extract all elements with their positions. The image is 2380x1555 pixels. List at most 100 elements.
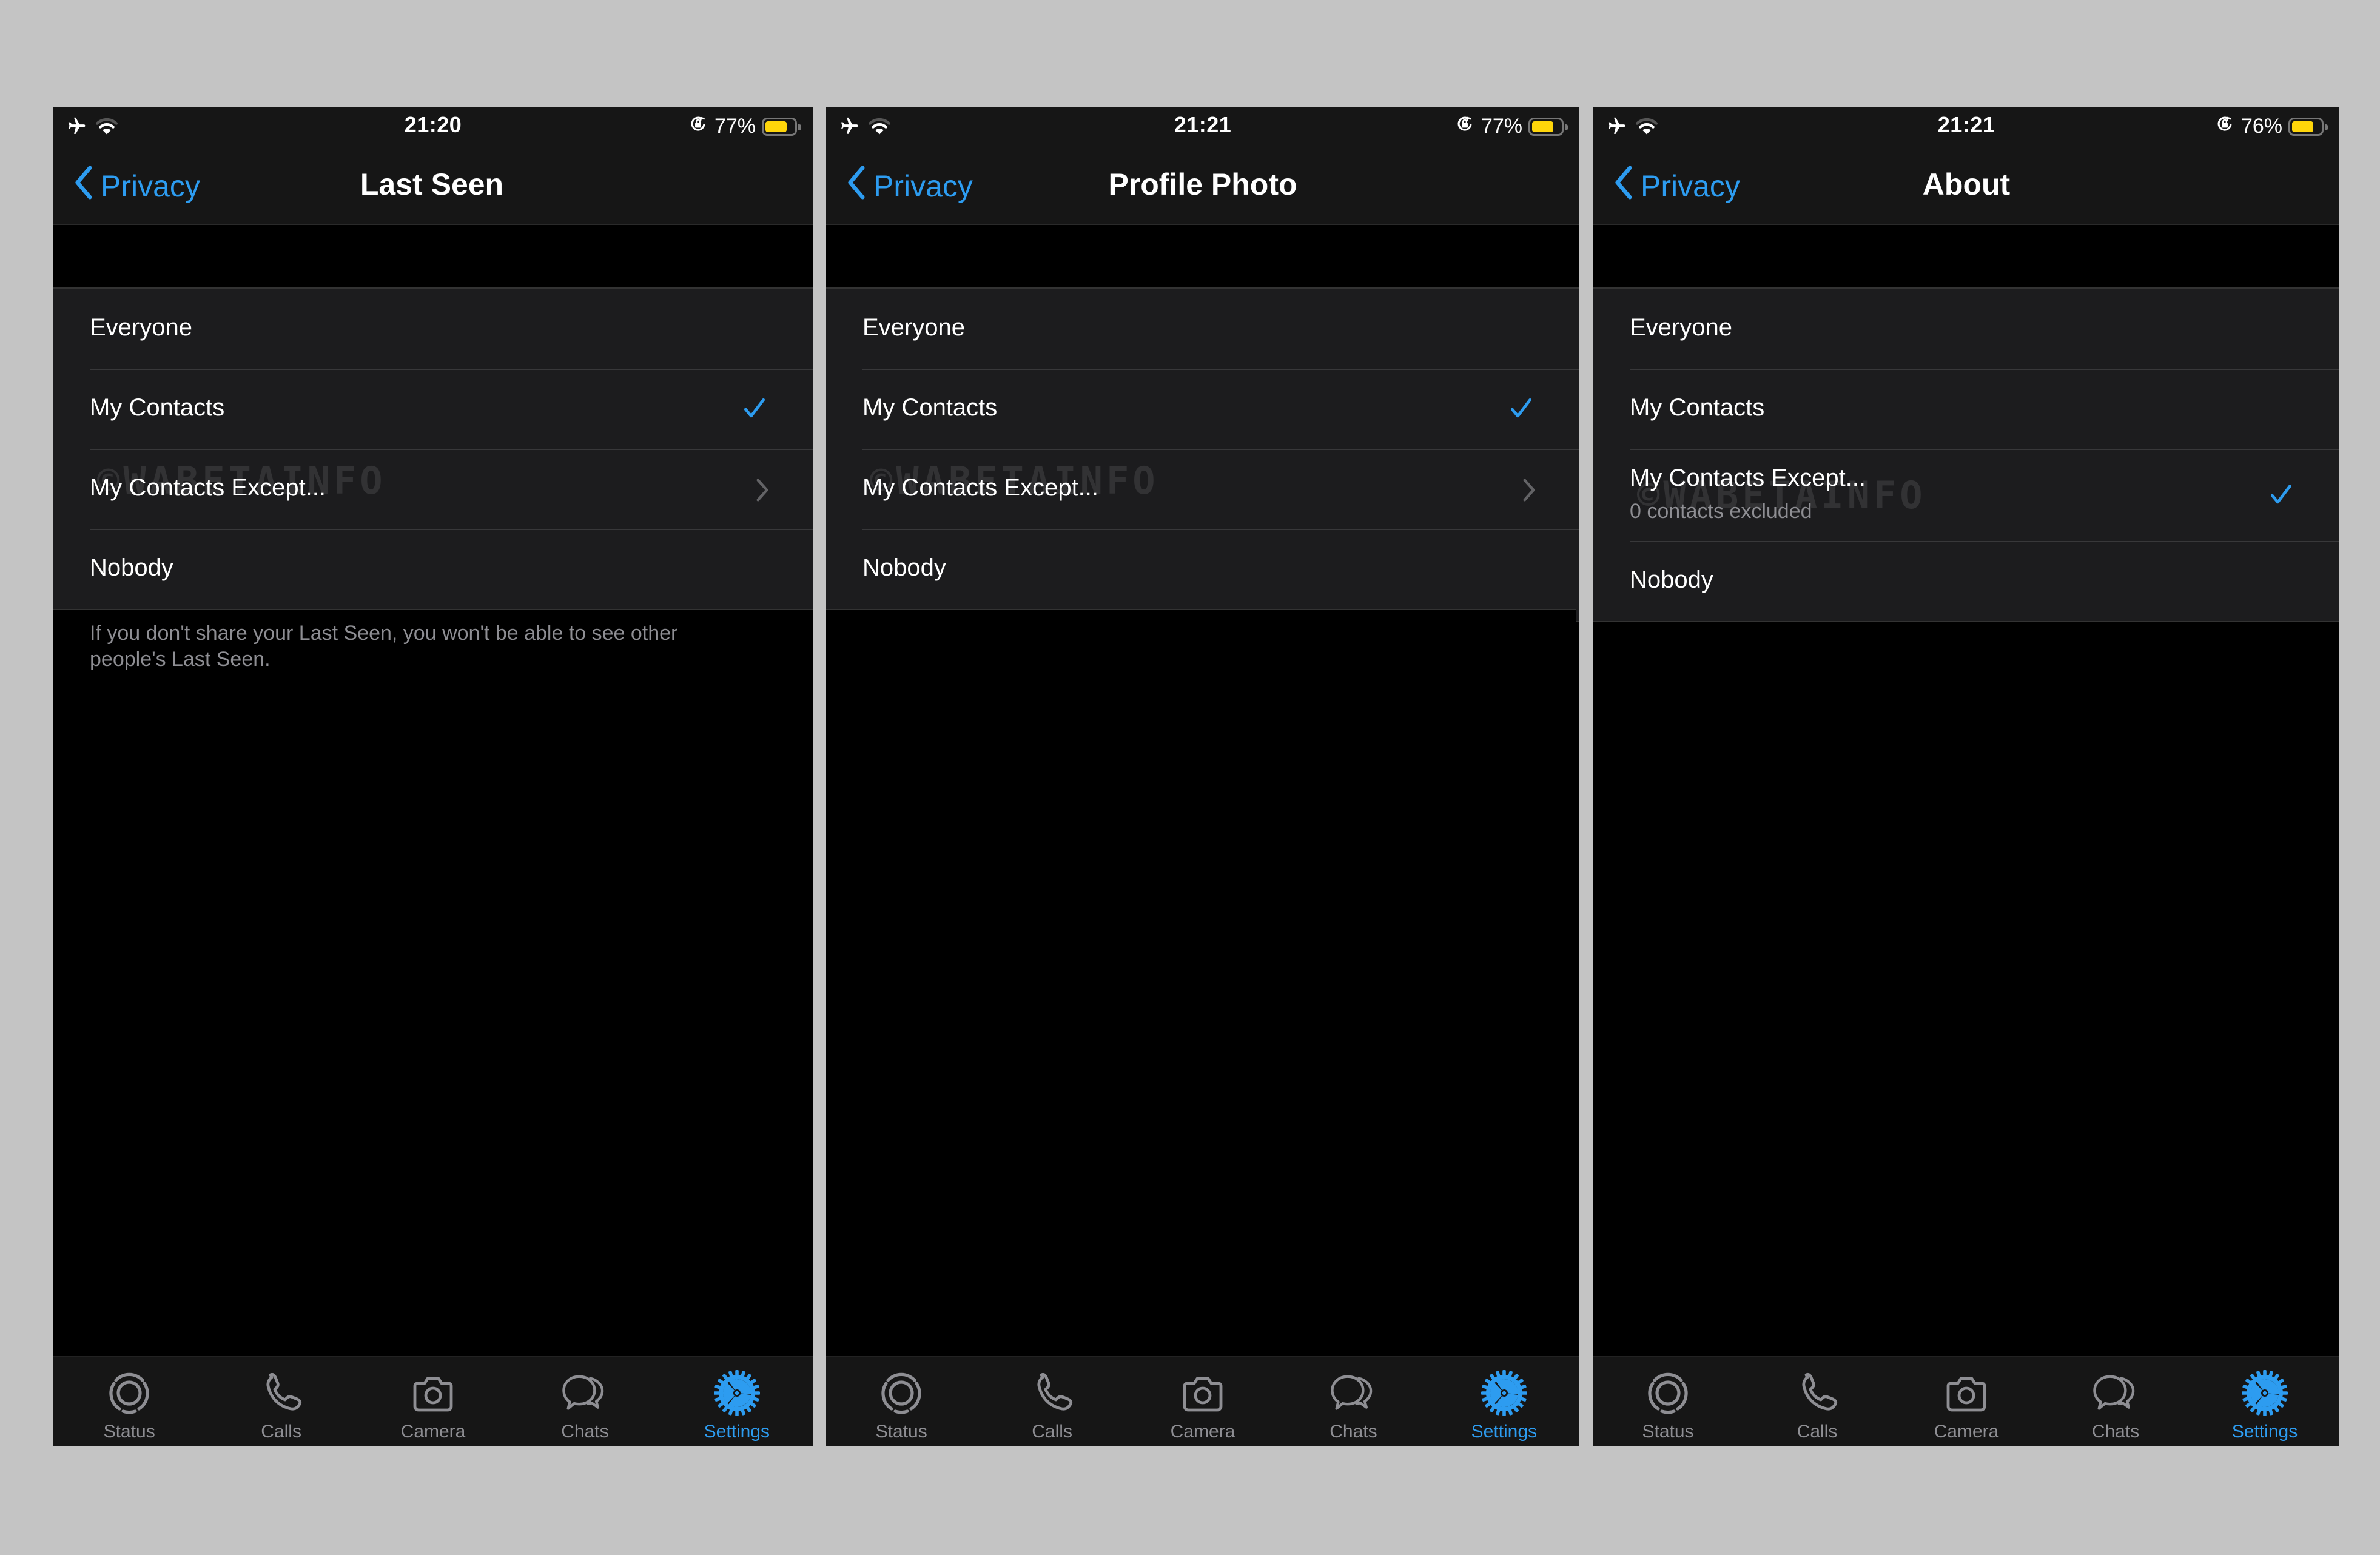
tab-status[interactable]: Status xyxy=(1593,1357,1743,1446)
privacy-option-my-contacts[interactable]: My Contacts xyxy=(1593,369,2339,449)
tab-label: Calls xyxy=(1032,1422,1072,1442)
status-bar: 21:21 76% xyxy=(1593,107,2339,146)
option-sublabel: 0 contacts excluded xyxy=(1630,500,1812,523)
status-bar: 21:21 77% xyxy=(826,107,1579,146)
tab-label: Camera xyxy=(1170,1422,1235,1442)
tab-label: Status xyxy=(103,1422,155,1442)
privacy-options-list: Everyone My Contacts ©WABETAINFO My Contact… xyxy=(53,287,813,610)
tab-chats[interactable]: Chats xyxy=(509,1357,661,1446)
option-label: Everyone xyxy=(1630,314,1732,341)
battery-icon xyxy=(762,117,801,136)
tab-bar: Status Calls Camera Chats Settings xyxy=(826,1356,1579,1446)
option-label: Nobody xyxy=(90,554,173,581)
tab-chats[interactable]: Chats xyxy=(1278,1357,1428,1446)
option-label: My Contacts xyxy=(1630,394,1765,421)
chevron-right-icon xyxy=(1522,478,1536,502)
tab-label: Settings xyxy=(2231,1422,2298,1442)
status-bar: 21:20 77% xyxy=(53,107,813,146)
option-label: My Contacts Except... xyxy=(862,474,1099,501)
privacy-option-my-contacts[interactable]: My Contacts xyxy=(53,369,813,449)
battery-percent: 77% xyxy=(714,115,756,138)
rotation-lock-icon xyxy=(688,113,708,139)
tab-label: Settings xyxy=(704,1422,770,1442)
option-label: Nobody xyxy=(862,554,946,581)
phone-screen-about: 21:21 76% Privacy About Everyone My Conta… xyxy=(1593,107,2339,1446)
tab-camera[interactable]: Camera xyxy=(1128,1357,1278,1446)
tab-bar: Status Calls Camera Chats Settings xyxy=(1593,1356,2339,1446)
rotation-lock-icon xyxy=(1454,113,1475,139)
privacy-option-nobody[interactable]: Nobody xyxy=(53,529,813,609)
phone-icon xyxy=(1793,1369,1841,1420)
tab-calls[interactable]: Calls xyxy=(1743,1357,1892,1446)
tab-status[interactable]: Status xyxy=(53,1357,205,1446)
privacy-option-nobody[interactable]: Nobody xyxy=(826,529,1579,609)
checkmark-icon xyxy=(2268,482,2294,508)
battery-percent: 76% xyxy=(2240,115,2282,138)
tab-camera[interactable]: Camera xyxy=(357,1357,509,1446)
privacy-option-my-contacts[interactable]: My Contacts xyxy=(826,369,1579,449)
tab-label: Chats xyxy=(1330,1422,1377,1442)
chat-bubbles-icon xyxy=(1329,1369,1377,1420)
gear-icon xyxy=(2240,1369,2289,1420)
gear-icon xyxy=(1480,1369,1528,1420)
option-label: Everyone xyxy=(90,314,192,341)
checkmark-icon xyxy=(741,395,768,422)
navigation-bar: Privacy Profile Photo xyxy=(826,146,1579,225)
tab-label: Calls xyxy=(261,1422,301,1442)
option-label: My Contacts Except... xyxy=(1630,465,1866,491)
chat-bubbles-icon xyxy=(2091,1369,2140,1420)
tab-bar: Status Calls Camera Chats Settings xyxy=(53,1356,813,1446)
gear-icon xyxy=(713,1369,761,1420)
rotation-lock-icon xyxy=(2214,113,2235,139)
tab-calls[interactable]: Calls xyxy=(977,1357,1127,1446)
camera-icon xyxy=(409,1369,457,1420)
status-icon xyxy=(1644,1369,1692,1420)
tab-camera[interactable]: Camera xyxy=(1892,1357,2041,1446)
option-label: My Contacts xyxy=(862,394,998,421)
option-label: Everyone xyxy=(862,314,965,341)
option-label: My Contacts Except... xyxy=(90,474,326,501)
privacy-option-my-contacts-except[interactable]: ©WABETAINFO My Contacts Except... 0 contac… xyxy=(1593,449,2339,541)
tab-label: Camera xyxy=(1934,1422,1999,1442)
navigation-bar: Privacy Last Seen xyxy=(53,146,813,225)
option-label: My Contacts xyxy=(90,394,225,421)
privacy-option-everyone[interactable]: Everyone xyxy=(826,289,1579,369)
status-icon xyxy=(877,1369,926,1420)
tab-settings[interactable]: Settings xyxy=(2190,1357,2339,1446)
tab-settings[interactable]: Settings xyxy=(661,1357,813,1446)
tab-label: Chats xyxy=(2091,1422,2140,1442)
footer-note: If you don't share your Last Seen, you w… xyxy=(90,622,678,671)
tab-calls[interactable]: Calls xyxy=(205,1357,357,1446)
page-title: Profile Photo xyxy=(1108,167,1297,201)
privacy-option-everyone[interactable]: Everyone xyxy=(1593,289,2339,369)
navigation-bar: Privacy About xyxy=(1593,146,2339,225)
battery-icon xyxy=(1528,117,1568,136)
tab-label: Status xyxy=(875,1422,927,1442)
chat-bubbles-icon xyxy=(560,1369,609,1420)
chevron-right-icon xyxy=(756,478,769,502)
page-title: Last Seen xyxy=(360,167,504,201)
tab-label: Calls xyxy=(1797,1422,1838,1442)
privacy-option-my-contacts-except[interactable]: ©WABETAINFO My Contacts Except... xyxy=(53,449,813,529)
phone-screen-last-seen: 21:20 77% Privacy Last Seen Everyone My C… xyxy=(53,107,813,1446)
camera-icon xyxy=(1942,1369,1991,1420)
tab-label: Camera xyxy=(400,1422,466,1442)
privacy-option-nobody[interactable]: Nobody xyxy=(1593,541,2339,621)
battery-icon xyxy=(2288,117,2328,136)
option-label: Nobody xyxy=(1630,566,1713,593)
privacy-option-everyone[interactable]: Everyone xyxy=(53,289,813,369)
tab-settings[interactable]: Settings xyxy=(1429,1357,1579,1446)
tab-label: Chats xyxy=(561,1422,609,1442)
tab-status[interactable]: Status xyxy=(826,1357,977,1446)
privacy-options-list: Everyone My Contacts ©WABETAINFO My Contact… xyxy=(1593,287,2339,622)
status-icon xyxy=(105,1369,153,1420)
checkmark-icon xyxy=(1508,395,1535,422)
scroll-indicator[interactable] xyxy=(1576,591,1579,622)
phone-icon xyxy=(257,1369,306,1420)
camera-icon xyxy=(1178,1369,1227,1420)
page-title: About xyxy=(1922,167,2011,201)
tab-label: Settings xyxy=(1471,1422,1538,1442)
phone-icon xyxy=(1028,1369,1077,1420)
tab-chats[interactable]: Chats xyxy=(2041,1357,2190,1446)
privacy-option-my-contacts-except[interactable]: ©WABETAINFO My Contacts Except... xyxy=(826,449,1579,529)
